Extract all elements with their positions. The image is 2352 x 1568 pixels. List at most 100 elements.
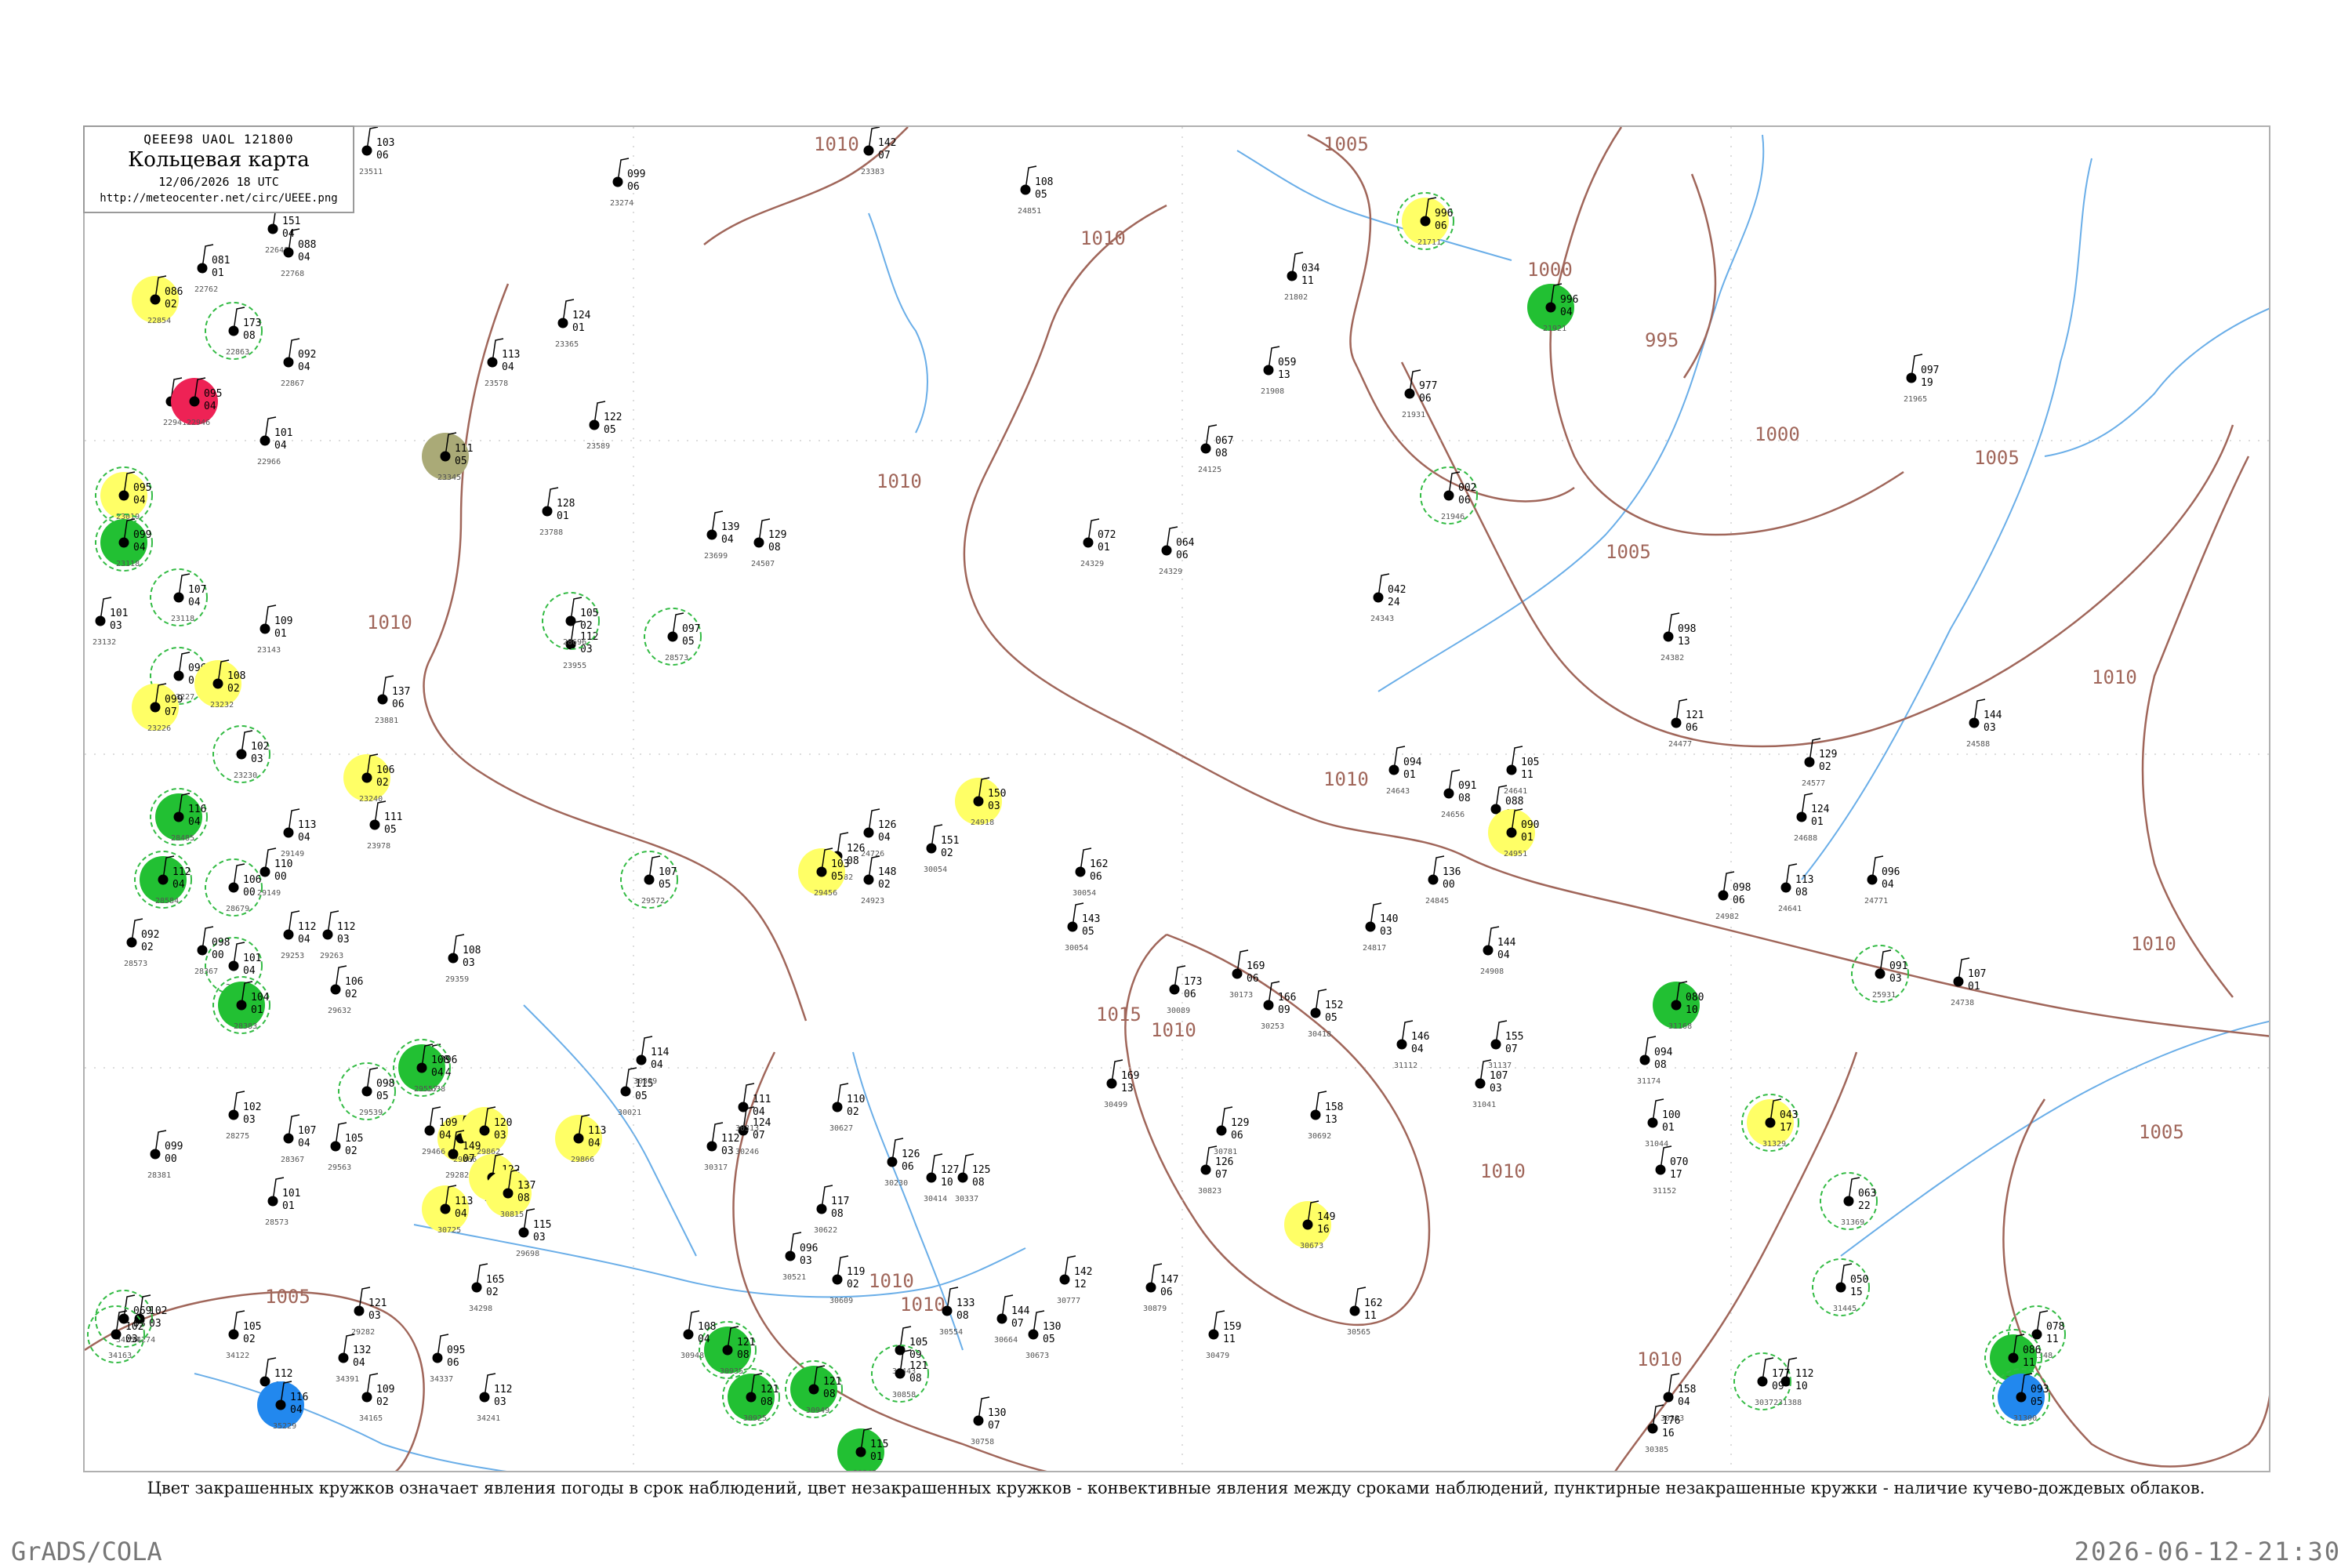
station-plot[interactable]: 09202 28573	[124, 918, 159, 968]
station-plot[interactable]: 11404 30309	[633, 1036, 670, 1086]
station-plot[interactable]: 10802 23232	[194, 659, 245, 710]
station-plot[interactable]: 14706 30879	[1143, 1263, 1178, 1313]
station-plot[interactable]: 11002 30627	[829, 1083, 865, 1133]
station-plot[interactable]: 1260424726	[861, 808, 896, 858]
station-plot[interactable]: 12108 30949	[785, 1360, 843, 1418]
station-plot[interactable]: 15003 24918	[955, 777, 1006, 827]
station-plot[interactable]: 05913 21908	[1261, 346, 1296, 396]
station-plot[interactable]: 08010 31168	[1653, 981, 1704, 1031]
station-plot[interactable]: 10600 28679	[205, 858, 263, 916]
station-plot[interactable]: 11204 28584	[134, 851, 192, 909]
station-plot[interactable]: 11204 29253	[281, 910, 316, 960]
station-plot[interactable]: 12103 29282	[351, 1287, 387, 1337]
station-plot[interactable]: 12108 30925	[722, 1368, 780, 1426]
station-plot[interactable]: 09719 21965	[1904, 354, 1939, 404]
station-plot[interactable]: 11203 30317	[704, 1122, 739, 1172]
station-plot[interactable]: 97706 21931	[1402, 369, 1437, 419]
station-plot[interactable]: 13706 23881	[375, 675, 410, 725]
station-plot[interactable]: 16206 30054	[1073, 848, 1108, 898]
station-plot[interactable]: 09108 24656	[1441, 769, 1476, 819]
station-plot[interactable]: 15813 30692	[1308, 1091, 1343, 1141]
station-plot[interactable]: 11304 29866	[555, 1114, 606, 1164]
station-plot[interactable]: 10704 23118	[150, 568, 208, 626]
station-plot[interactable]: 13204 34391	[336, 1334, 371, 1384]
station-plot[interactable]: 11604 28485	[150, 788, 208, 846]
station-plot[interactable]: 11203 29263	[320, 910, 355, 960]
station-plot[interactable]: 15507 31137	[1488, 1020, 1523, 1070]
station-plot[interactable]: 03411 21802	[1284, 252, 1320, 302]
station-plot[interactable]: 10602 29632	[328, 965, 363, 1015]
station-plot[interactable]: 1060223240	[343, 753, 394, 804]
station-plot[interactable]: 14802 24923	[861, 855, 896, 906]
station-plot[interactable]: 09506 34337	[430, 1334, 465, 1384]
station-plot[interactable]: 04224 24343	[1370, 573, 1406, 623]
station-plot[interactable]: 09813 24382	[1661, 612, 1696, 662]
station-plot[interactable]: 09800 28367	[194, 926, 230, 976]
station-plot[interactable]: 05015 31445	[1812, 1258, 1870, 1316]
station-plot[interactable]: 10704 28367	[281, 1114, 316, 1164]
station-plot[interactable]: 11304 23578	[485, 338, 520, 388]
station-plot[interactable]: 15911 30479	[1206, 1310, 1241, 1360]
station-plot[interactable]: 10511 24641	[1504, 746, 1539, 796]
station-plot[interactable]: 11708 30622	[814, 1185, 849, 1235]
station-plot[interactable]: 1000131044	[1645, 1098, 1680, 1149]
station-plot[interactable]: 1150530021	[618, 1067, 653, 1117]
station-plot[interactable]: 09603 30521	[782, 1232, 818, 1282]
station-plot[interactable]: 06322 31369	[1820, 1172, 1878, 1230]
station-plot[interactable]: 16211 30565	[1347, 1287, 1382, 1337]
station-plot[interactable]: 00206 21946	[1420, 466, 1478, 524]
station-plot[interactable]: 08101 22762	[194, 244, 230, 294]
station-plot[interactable]: 10701 24738	[1951, 957, 1986, 1007]
station-plot[interactable]: 09906 23274	[610, 158, 645, 208]
station-plot[interactable]: 14604 31112	[1394, 1020, 1429, 1070]
station-plot[interactable]: 12508 30337	[955, 1153, 990, 1203]
station-plot[interactable]: 11902 30609	[829, 1255, 865, 1305]
station-plot[interactable]: 10803 29359	[445, 934, 481, 984]
station-plot[interactable]: 09408 31174	[1637, 1036, 1673, 1086]
station-plot[interactable]: 13708 30815	[485, 1169, 535, 1219]
station-plot[interactable]: 09204 22867	[281, 338, 316, 388]
station-plot[interactable]: 10705 29572	[620, 851, 678, 909]
station-plot[interactable]: 12902 24577	[1802, 738, 1837, 788]
station-plot[interactable]: 16906 30173	[1229, 949, 1265, 1000]
station-plot[interactable]: 07201 24329	[1080, 518, 1116, 568]
station-plot[interactable]: 17616 30385	[1645, 1404, 1680, 1454]
station-plot[interactable]: 11304 29149	[281, 808, 316, 858]
station-plot[interactable]: 12801 23788	[539, 487, 575, 537]
station-plot[interactable]: 14404 24908	[1480, 926, 1516, 976]
station-plot[interactable]: 04317 31329	[1741, 1094, 1799, 1152]
station-plot[interactable]: 11501 30843	[837, 1428, 888, 1472]
station-plot[interactable]: 09900 28381	[147, 1130, 183, 1180]
station-plot[interactable]: 16609 30253	[1261, 981, 1296, 1031]
station-plot[interactable]: 10502 29563	[328, 1122, 363, 1172]
station-plot[interactable]: 15205 30418	[1308, 989, 1343, 1039]
station-plot[interactable]: 09806 24982	[1715, 871, 1751, 921]
station-plot[interactable]: 10805 24851	[1018, 165, 1053, 216]
station-plot[interactable]: 13007 30758	[971, 1396, 1006, 1446]
station-plot[interactable]: 17306 30089	[1167, 965, 1202, 1015]
station-plot[interactable]: 10203 28275	[226, 1091, 261, 1141]
station-plot[interactable]: 12205 23589	[586, 401, 622, 451]
station-plot[interactable]: 12606 30230	[884, 1138, 920, 1188]
station-plot[interactable]: 09401 24643	[1386, 746, 1422, 796]
station-plot[interactable]: 12710 30414	[924, 1153, 959, 1203]
station-plot[interactable]: 09907 23226	[132, 683, 183, 733]
station-plot[interactable]: 99604 21921	[1527, 283, 1578, 333]
station-plot[interactable]: 09805 29539	[338, 1062, 396, 1120]
station-plot[interactable]: 17308 22863	[205, 302, 263, 360]
station-plot[interactable]: 09705 28573	[644, 608, 702, 666]
station-plot[interactable]: 14305 30054	[1065, 902, 1100, 953]
station-plot[interactable]: 06708 24125	[1198, 424, 1233, 474]
station-plot[interactable]: 13904 23699	[704, 510, 739, 561]
station-plot[interactable]: 10901 23143	[257, 604, 292, 655]
station-plot[interactable]: 0950423019	[95, 466, 153, 524]
station-plot[interactable]: 11105 23978	[367, 800, 402, 851]
station-plot[interactable]: 09001 24951	[1488, 808, 1539, 858]
station-plot[interactable]: 10401 28383	[212, 976, 270, 1034]
station-plot[interactable]: 10103 23132	[93, 597, 128, 647]
station-plot[interactable]: 11604 35229	[257, 1381, 308, 1431]
station-plot[interactable]: 10104 22966	[257, 416, 292, 466]
station-plot[interactable]: 06406 24329	[1159, 526, 1195, 576]
station-plot[interactable]: 13005 30673	[1025, 1310, 1061, 1360]
station-plot[interactable]: 10502 34122	[226, 1310, 261, 1360]
